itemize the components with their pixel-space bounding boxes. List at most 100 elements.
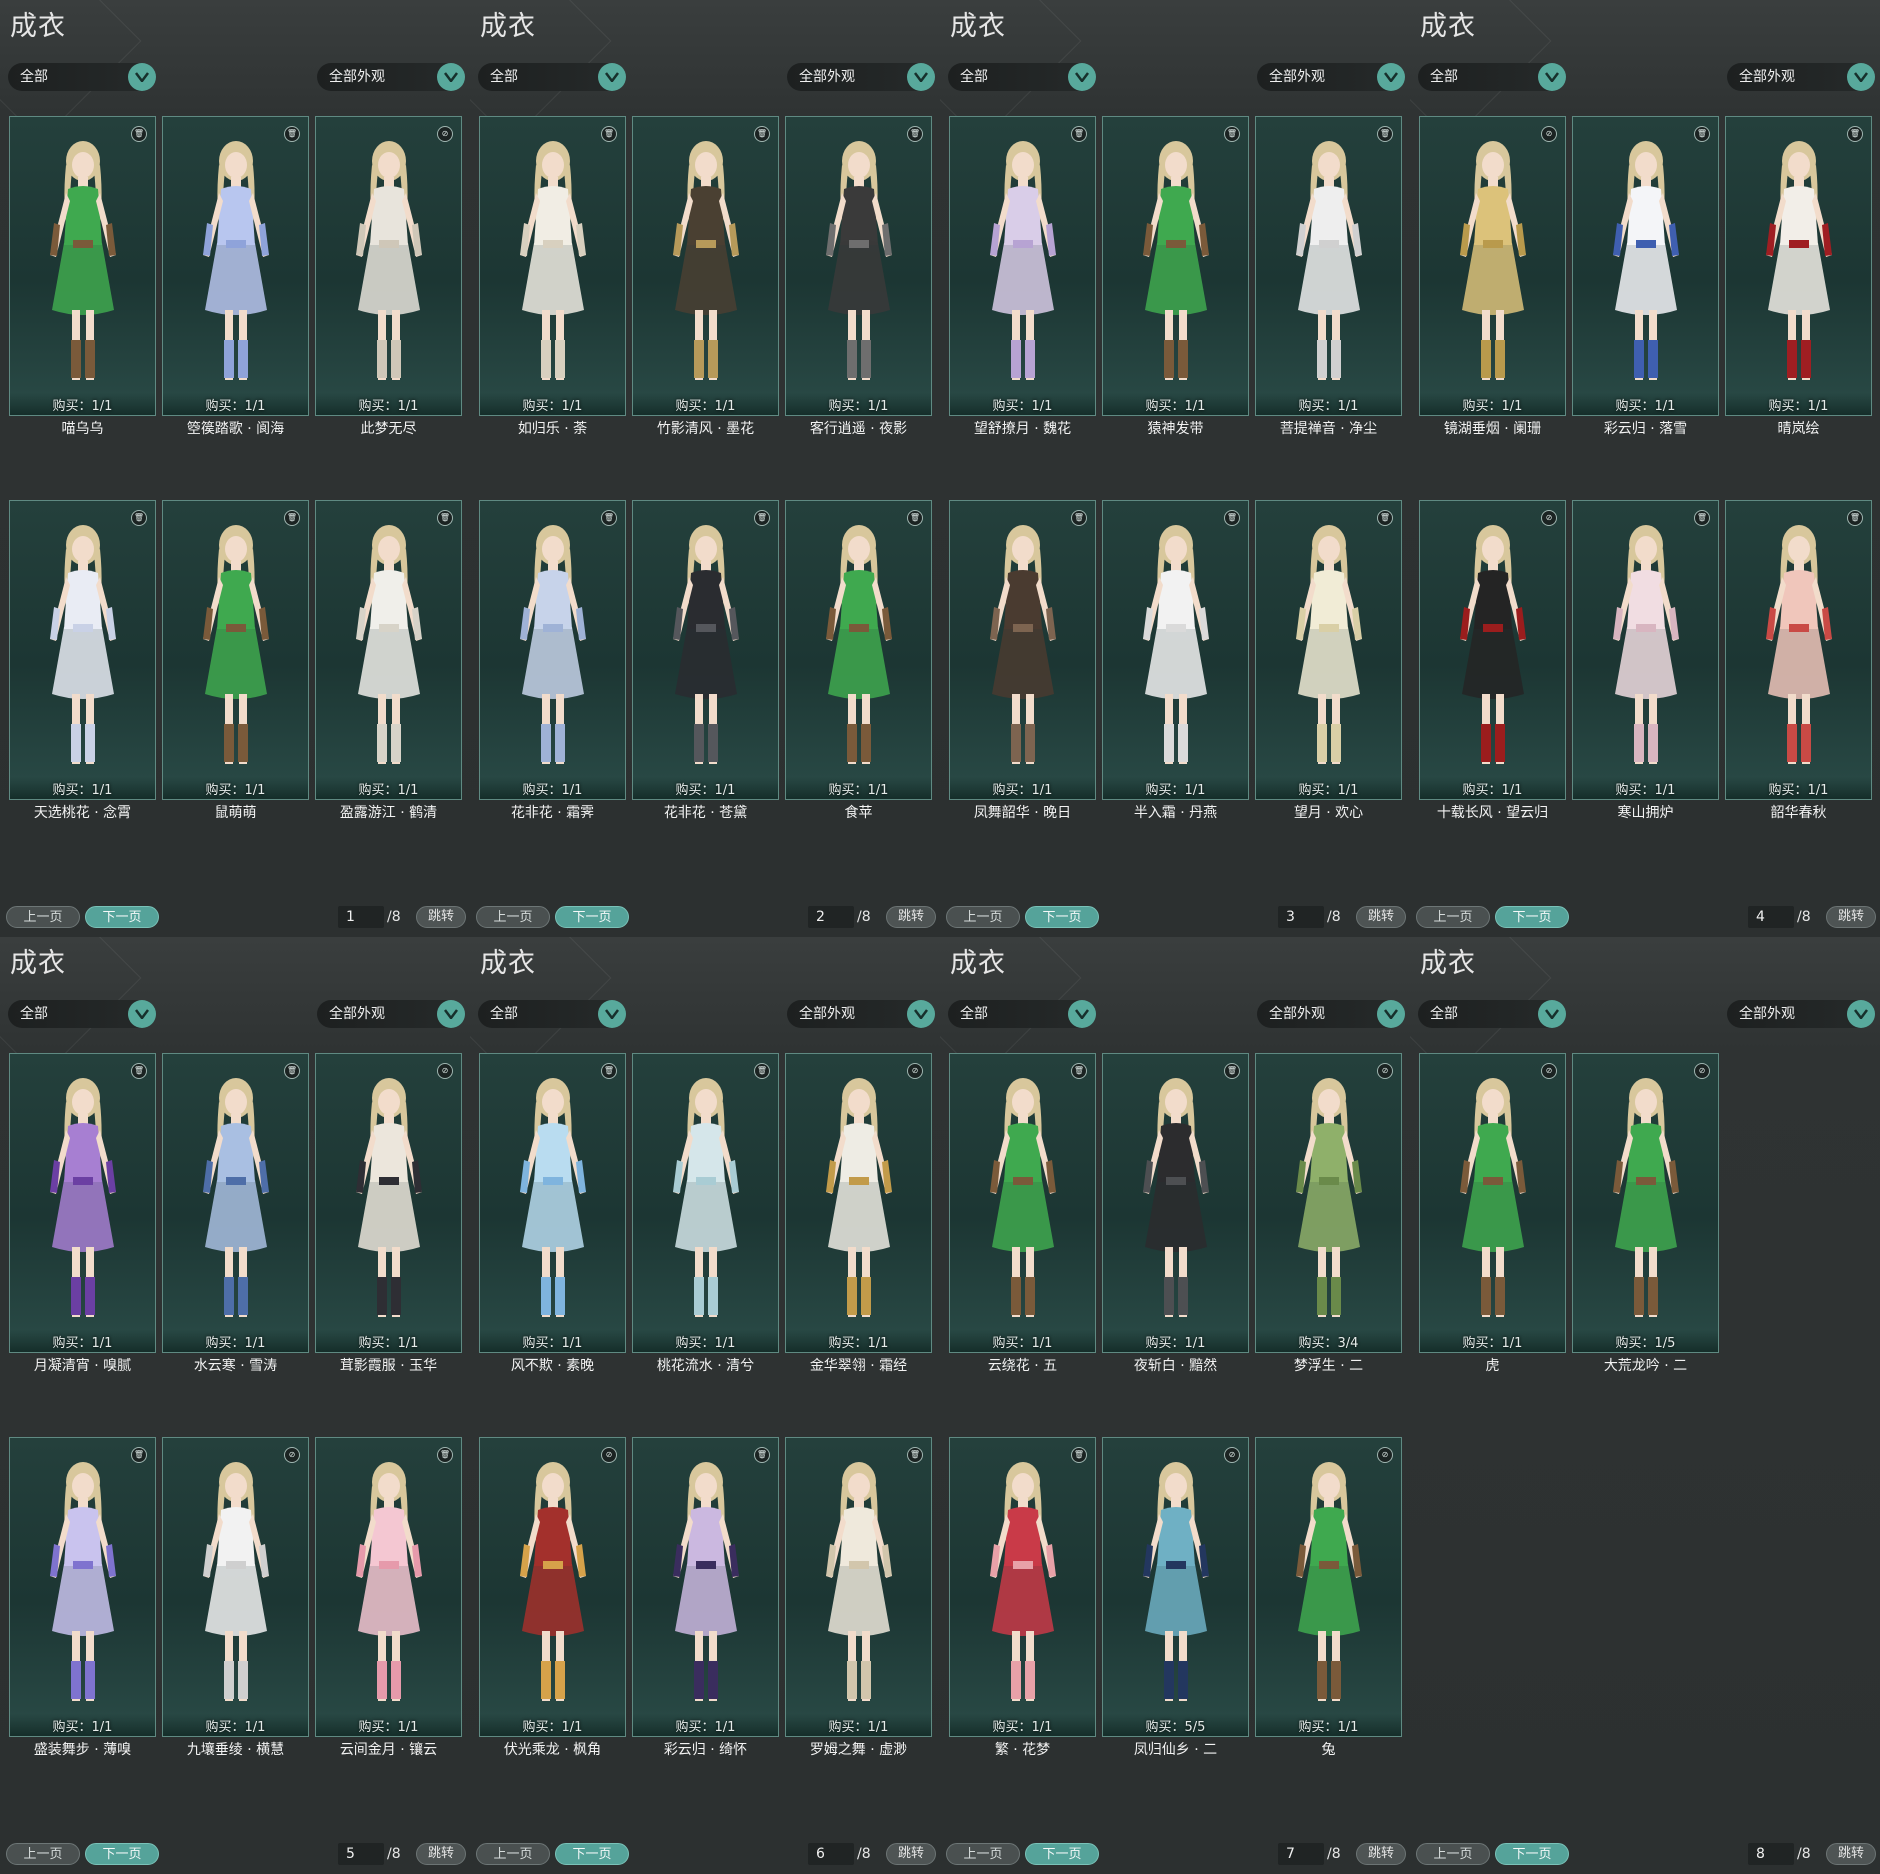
chevron-down-icon[interactable]	[907, 1000, 935, 1028]
appearance-filter-dropdown[interactable]: 全部外观	[1727, 63, 1875, 91]
chevron-down-icon[interactable]	[128, 63, 156, 91]
trash-icon[interactable]: 🗑	[131, 1063, 147, 1079]
outfit-card[interactable]: ⊘ 购买：3/4 梦浮生 · 二	[1255, 1053, 1402, 1374]
chevron-down-icon[interactable]	[598, 1000, 626, 1028]
appearance-filter-dropdown[interactable]: 全部外观	[787, 1000, 935, 1028]
trash-icon[interactable]: 🗑	[1847, 126, 1863, 142]
jump-button[interactable]: 跳转	[886, 906, 936, 928]
hide-icon[interactable]: ⊘	[601, 1447, 617, 1463]
trash-icon[interactable]: 🗑	[1071, 1447, 1087, 1463]
jump-button[interactable]: 跳转	[1826, 906, 1876, 928]
trash-icon[interactable]: 🗑	[1224, 126, 1240, 142]
chevron-down-icon[interactable]	[1538, 63, 1566, 91]
outfit-card[interactable]: ⊘ 购买：1/1 伏光乘龙 · 枫角	[479, 1437, 626, 1758]
trash-icon[interactable]: 🗑	[1224, 1063, 1240, 1079]
trash-icon[interactable]: 🗑	[1377, 510, 1393, 526]
appearance-filter-dropdown[interactable]: 全部外观	[1727, 1000, 1875, 1028]
trash-icon[interactable]: 🗑	[131, 510, 147, 526]
trash-icon[interactable]: 🗑	[754, 510, 770, 526]
outfit-card[interactable]: 🗑 购买：1/1 水云寒 · 雪涛	[162, 1053, 309, 1374]
trash-icon[interactable]: 🗑	[601, 1063, 617, 1079]
hide-icon[interactable]: ⊘	[907, 1063, 923, 1079]
appearance-filter-dropdown[interactable]: 全部外观	[1257, 1000, 1405, 1028]
category-filter-dropdown[interactable]: 全部	[1418, 63, 1566, 91]
category-filter-dropdown[interactable]: 全部	[478, 63, 626, 91]
page-number-input[interactable]: 3	[1278, 906, 1324, 928]
jump-button[interactable]: 跳转	[1826, 1843, 1876, 1865]
page-number-input[interactable]: 5	[338, 1843, 384, 1865]
outfit-card[interactable]: ⊘ 购买：1/1 九壤垂绫 · 横慧	[162, 1437, 309, 1758]
trash-icon[interactable]: 🗑	[907, 126, 923, 142]
outfit-card[interactable]: 🗑 购买：1/1 罗姆之舞 · 虚渺	[785, 1437, 932, 1758]
outfit-card[interactable]: 🗑 购买：1/1 客行逍遥 · 夜影	[785, 116, 932, 437]
hide-icon[interactable]: ⊘	[1377, 1063, 1393, 1079]
hide-icon[interactable]: ⊘	[284, 1447, 300, 1463]
outfit-card[interactable]: 🗑 购买：1/1 彩云归 · 落雪	[1572, 116, 1719, 437]
chevron-down-icon[interactable]	[1377, 63, 1405, 91]
appearance-filter-dropdown[interactable]: 全部外观	[787, 63, 935, 91]
trash-icon[interactable]: 🗑	[437, 1447, 453, 1463]
outfit-card[interactable]: ⊘ 购买：1/1 此梦无尽	[315, 116, 462, 437]
trash-icon[interactable]: 🗑	[1377, 126, 1393, 142]
chevron-down-icon[interactable]	[1377, 1000, 1405, 1028]
trash-icon[interactable]: 🗑	[284, 510, 300, 526]
page-number-input[interactable]: 2	[808, 906, 854, 928]
chevron-down-icon[interactable]	[437, 1000, 465, 1028]
outfit-card[interactable]: 🗑 购买：1/1 晴岚绘	[1725, 116, 1872, 437]
page-number-input[interactable]: 4	[1748, 906, 1794, 928]
prev-page-button[interactable]: 上一页	[6, 906, 80, 928]
outfit-card[interactable]: 🗑 购买：1/1 花非花 · 苍黛	[632, 500, 779, 821]
category-filter-dropdown[interactable]: 全部	[1418, 1000, 1566, 1028]
trash-icon[interactable]: 🗑	[907, 510, 923, 526]
trash-icon[interactable]: 🗑	[1071, 510, 1087, 526]
prev-page-button[interactable]: 上一页	[946, 1843, 1020, 1865]
outfit-card[interactable]: 🗑 购买：1/1 盛装舞步 · 薄嗅	[9, 1437, 156, 1758]
appearance-filter-dropdown[interactable]: 全部外观	[317, 1000, 465, 1028]
hide-icon[interactable]: ⊘	[1541, 1063, 1557, 1079]
trash-icon[interactable]: 🗑	[1071, 126, 1087, 142]
hide-icon[interactable]: ⊘	[1224, 1447, 1240, 1463]
outfit-card[interactable]: ⊘ 购买：5/5 凤归仙乡 · 二	[1102, 1437, 1249, 1758]
outfit-card[interactable]: 🗑 购买：1/1 寒山拥炉	[1572, 500, 1719, 821]
next-page-button[interactable]: 下一页	[85, 906, 159, 928]
page-number-input[interactable]: 7	[1278, 1843, 1324, 1865]
chevron-down-icon[interactable]	[1068, 63, 1096, 91]
outfit-card[interactable]: 🗑 购买：1/1 鼠萌萌	[162, 500, 309, 821]
outfit-card[interactable]: 🗑 购买：1/1 彩云归 · 绮怀	[632, 1437, 779, 1758]
outfit-card[interactable]: 🗑 购买：1/1 夜斩白 · 黯然	[1102, 1053, 1249, 1374]
trash-icon[interactable]: 🗑	[754, 1447, 770, 1463]
page-number-input[interactable]: 1	[338, 906, 384, 928]
outfit-card[interactable]: 🗑 购买：1/1 桃花流水 · 清兮	[632, 1053, 779, 1374]
outfit-card[interactable]: 🗑 购买：1/1 繁 · 花梦	[949, 1437, 1096, 1758]
chevron-down-icon[interactable]	[1847, 1000, 1875, 1028]
outfit-card[interactable]: 🗑 购买：1/1 食苹	[785, 500, 932, 821]
trash-icon[interactable]: 🗑	[284, 1063, 300, 1079]
prev-page-button[interactable]: 上一页	[476, 1843, 550, 1865]
outfit-card[interactable]: 🗑 购买：1/1 菩提禅音 · 净尘	[1255, 116, 1402, 437]
outfit-card[interactable]: 🗑 购买：1/1 花非花 · 霜霁	[479, 500, 626, 821]
outfit-card[interactable]: 🗑 购买：1/1 望月 · 欢心	[1255, 500, 1402, 821]
chevron-down-icon[interactable]	[1068, 1000, 1096, 1028]
next-page-button[interactable]: 下一页	[1025, 906, 1099, 928]
trash-icon[interactable]: 🗑	[1071, 1063, 1087, 1079]
outfit-card[interactable]: ⊘ 购买：1/1 镜湖垂烟 · 阑珊	[1419, 116, 1566, 437]
prev-page-button[interactable]: 上一页	[1416, 906, 1490, 928]
appearance-filter-dropdown[interactable]: 全部外观	[1257, 63, 1405, 91]
next-page-button[interactable]: 下一页	[555, 906, 629, 928]
trash-icon[interactable]: 🗑	[131, 1447, 147, 1463]
next-page-button[interactable]: 下一页	[1495, 1843, 1569, 1865]
category-filter-dropdown[interactable]: 全部	[948, 1000, 1096, 1028]
trash-icon[interactable]: 🗑	[754, 1063, 770, 1079]
outfit-card[interactable]: 🗑 购买：1/1 云间金月 · 镶云	[315, 1437, 462, 1758]
chevron-down-icon[interactable]	[128, 1000, 156, 1028]
appearance-filter-dropdown[interactable]: 全部外观	[317, 63, 465, 91]
jump-button[interactable]: 跳转	[416, 1843, 466, 1865]
hide-icon[interactable]: ⊘	[1377, 1447, 1393, 1463]
trash-icon[interactable]: 🗑	[754, 126, 770, 142]
prev-page-button[interactable]: 上一页	[476, 906, 550, 928]
page-number-input[interactable]: 8	[1748, 1843, 1794, 1865]
trash-icon[interactable]: 🗑	[907, 1447, 923, 1463]
outfit-card[interactable]: ⊘ 购买：1/5 大荒龙吟 · 二	[1572, 1053, 1719, 1374]
next-page-button[interactable]: 下一页	[1495, 906, 1569, 928]
outfit-card[interactable]: 🗑 购买：1/1 喵乌乌	[9, 116, 156, 437]
